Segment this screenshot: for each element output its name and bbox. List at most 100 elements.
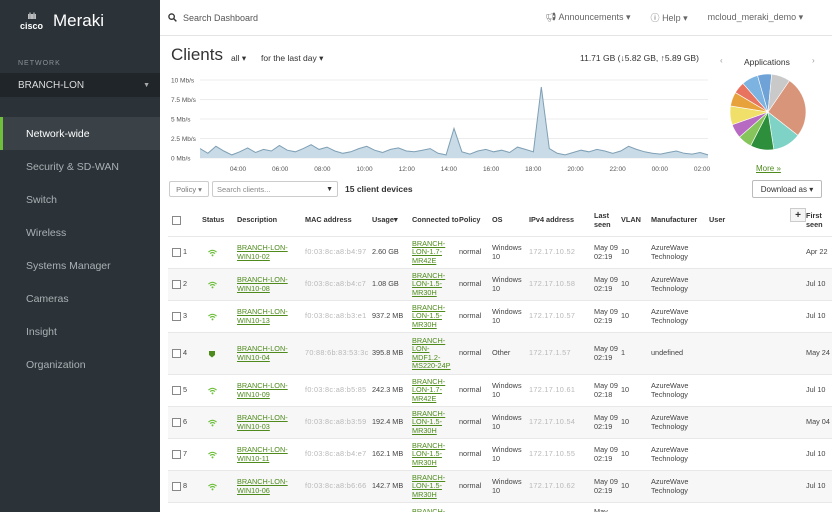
column-header-status[interactable]: Status: [202, 205, 236, 236]
connected-to-link-text[interactable]: BRANCH-LON-1.7-MR42E: [412, 377, 456, 403]
connected-to-link[interactable]: BRANCH-LON-1.7-MR42E: [412, 237, 456, 268]
column-header-description[interactable]: Description: [237, 205, 305, 236]
description-link[interactable]: BRANCH-LON-WIN10-04: [237, 333, 301, 374]
column-header-mac-address[interactable]: MAC address: [305, 205, 373, 236]
row-select[interactable]: 4: [172, 333, 200, 374]
row-select[interactable]: 2: [172, 269, 200, 300]
usage-chart[interactable]: 0 Mb/s 2.5 Mb/s 5 Mb/s 7.5 Mb/s 10 Mb/s 04:0…: [168, 74, 713, 178]
network-selector[interactable]: BRANCH-LON ▼: [0, 73, 160, 97]
column-header-ipv4-address[interactable]: IPv4 address: [529, 205, 595, 236]
column-header-manufacturer[interactable]: Manufacturer: [651, 205, 715, 236]
description-link[interactable]: BRANCH-LON-WIN10-03: [237, 407, 301, 438]
connected-to-link-text[interactable]: BRANCH-LON-1.5-MR30H: [412, 409, 456, 435]
connected-to-link-text[interactable]: BRANCH-LON-1.5-MR30H: [412, 303, 456, 329]
connected-to-link[interactable]: BRANCH-LON-MDF1.2-MS220-24P: [412, 333, 456, 374]
connected-to-link-text[interactable]: BRANCH-LON-1.7-MR42E: [412, 239, 456, 265]
description-link[interactable]: BRANCH-LON-WIN10-08: [237, 269, 301, 300]
column-header-os[interactable]: OS: [492, 205, 530, 236]
connected-to-link[interactable]: BRANCH-: [412, 503, 456, 512]
row-select[interactable]: 6: [172, 407, 200, 438]
table-row[interactable]: 8 BRANCH-LON-WIN10-06 f0:03:8c:a8:b6:66 142…: [168, 471, 832, 503]
user-menu[interactable]: mcloud_meraki_demo ▾: [708, 12, 804, 23]
row-select[interactable]: [172, 503, 200, 512]
row-select[interactable]: 8: [172, 471, 200, 502]
connected-to-link[interactable]: BRANCH-LON-1.5-MR30H: [412, 471, 456, 502]
description-link-text[interactable]: BRANCH-LON-WIN10-11: [237, 445, 301, 463]
sidebar-item-insight[interactable]: Insight: [0, 315, 160, 348]
client-type-filter[interactable]: all ▾: [231, 53, 246, 64]
connected-to-link[interactable]: BRANCH-LON-1.7-MR42E: [412, 375, 456, 406]
table-row[interactable]: 1 BRANCH-LON-WIN10-02 f0:03:8c:a8:b4:97 2.6…: [168, 237, 832, 269]
column-header-policy[interactable]: Policy: [459, 205, 493, 236]
description-link[interactable]: BRANCH-LON-WIN10-13: [237, 301, 301, 332]
description-link[interactable]: [237, 503, 301, 512]
connected-to-link-text[interactable]: BRANCH-LON-MDF1.2-MS220-24P: [412, 336, 456, 371]
table-row[interactable]: 4 BRANCH-LON-WIN10-04 70:88:6b:83:53:3c 395…: [168, 333, 832, 375]
checkbox-icon[interactable]: [172, 386, 181, 395]
announcements-menu[interactable]: 📢︎ Announcements ▾: [545, 12, 631, 23]
add-column-button[interactable]: +: [790, 208, 806, 222]
checkbox-icon[interactable]: [172, 418, 181, 427]
description-link[interactable]: BRANCH-LON-WIN10-11: [237, 439, 301, 470]
more-link[interactable]: More »: [756, 164, 781, 173]
checkbox-icon[interactable]: [172, 312, 181, 321]
prev-arrow-icon[interactable]: ‹: [720, 56, 723, 65]
description-link-text[interactable]: BRANCH-LON-WIN10-06: [237, 477, 301, 495]
connected-to-link-text[interactable]: BRANCH-LON-1.5-MR30H: [412, 271, 456, 297]
applications-pie-chart[interactable]: [728, 72, 808, 152]
connected-to-link[interactable]: BRANCH-LON-1.5-MR30H: [412, 269, 456, 300]
dropdown-caret-icon[interactable]: ▼: [326, 186, 333, 193]
sidebar-item-systems-manager[interactable]: Systems Manager: [0, 249, 160, 282]
connected-to-link[interactable]: BRANCH-LON-1.5-MR30H: [412, 439, 456, 470]
row-select[interactable]: 5: [172, 375, 200, 406]
description-link-text[interactable]: BRANCH-LON-WIN10-02: [237, 243, 301, 261]
checkbox-icon[interactable]: [172, 349, 181, 358]
policy-button[interactable]: Policy ▾: [169, 181, 209, 197]
checkbox-icon[interactable]: [172, 248, 181, 257]
table-row[interactable]: 3 BRANCH-LON-WIN10-13 f0:03:8c:a8:b3:e1 937…: [168, 301, 832, 333]
connected-to-link[interactable]: BRANCH-LON-1.5-MR30H: [412, 407, 456, 438]
next-arrow-icon[interactable]: ›: [812, 56, 815, 65]
description-link-text[interactable]: BRANCH-LON-WIN10-04: [237, 344, 301, 362]
column-header-vlan[interactable]: VLAN: [621, 205, 647, 236]
column-header-first-seen[interactable]: First seen: [806, 205, 832, 236]
sidebar-item-network-wide[interactable]: Network-wide: [0, 117, 160, 150]
table-row[interactable]: 7 BRANCH-LON-WIN10-11 f0:03:8c:a8:b4:e7 162…: [168, 439, 832, 471]
sidebar-item-cameras[interactable]: Cameras: [0, 282, 160, 315]
description-link[interactable]: BRANCH-LON-WIN10-02: [237, 237, 301, 268]
column-header-last-seen[interactable]: Last seen: [594, 205, 622, 236]
timespan-filter[interactable]: for the last day ▾: [261, 53, 323, 64]
sidebar-item-organization[interactable]: Organization: [0, 348, 160, 381]
row-select[interactable]: 1: [172, 237, 200, 268]
connected-to-link-text[interactable]: BRANCH-LON-1.5-MR30H: [412, 473, 456, 499]
description-link-text[interactable]: BRANCH-LON-WIN10-13: [237, 307, 301, 325]
dashboard-search[interactable]: Search Dashboard: [160, 13, 545, 23]
download-button[interactable]: Download as ▾: [752, 180, 822, 198]
connected-to-link-text[interactable]: BRANCH-: [412, 507, 445, 512]
row-select[interactable]: 3: [172, 301, 200, 332]
checkbox-icon[interactable]: [172, 280, 181, 289]
sidebar-item-security-sd-wan[interactable]: Security & SD-WAN: [0, 150, 160, 183]
column-header-user[interactable]: User: [709, 205, 753, 236]
column-header-connected-to[interactable]: Connected to: [412, 205, 460, 236]
connected-to-link-text[interactable]: BRANCH-LON-1.5-MR30H: [412, 441, 456, 467]
help-menu[interactable]: ⓘ Help ▾: [651, 11, 688, 24]
table-row[interactable]: 2 BRANCH-LON-WIN10-08 f0:03:8c:a8:b4:c7 1.0…: [168, 269, 832, 301]
table-row[interactable]: 5 BRANCH-LON-WIN10-09 f0:03:8c:a8:b5:85 242…: [168, 375, 832, 407]
sidebar-item-switch[interactable]: Switch: [0, 183, 160, 216]
select-all-checkbox[interactable]: [172, 205, 184, 236]
checkbox-icon[interactable]: [172, 450, 181, 459]
description-link-text[interactable]: BRANCH-LON-WIN10-08: [237, 275, 301, 293]
sidebar-item-wireless[interactable]: Wireless: [0, 216, 160, 249]
table-row[interactable]: 6 BRANCH-LON-WIN10-03 f0:03:8c:a8:b3:59 192…: [168, 407, 832, 439]
checkbox-icon[interactable]: [172, 482, 181, 491]
description-link-text[interactable]: BRANCH-LON-WIN10-09: [237, 381, 301, 399]
brand-logo[interactable]: ılıılı cisco Meraki: [0, 0, 160, 42]
client-search-input[interactable]: Search clients... ▼: [212, 181, 338, 197]
connected-to-link[interactable]: BRANCH-LON-1.5-MR30H: [412, 301, 456, 332]
column-header-usage[interactable]: Usage ▾: [372, 205, 414, 236]
description-link[interactable]: BRANCH-LON-WIN10-09: [237, 375, 301, 406]
table-row[interactable]: BRANCH- May: [168, 503, 832, 512]
row-select[interactable]: 7: [172, 439, 200, 470]
description-link[interactable]: BRANCH-LON-WIN10-06: [237, 471, 301, 502]
